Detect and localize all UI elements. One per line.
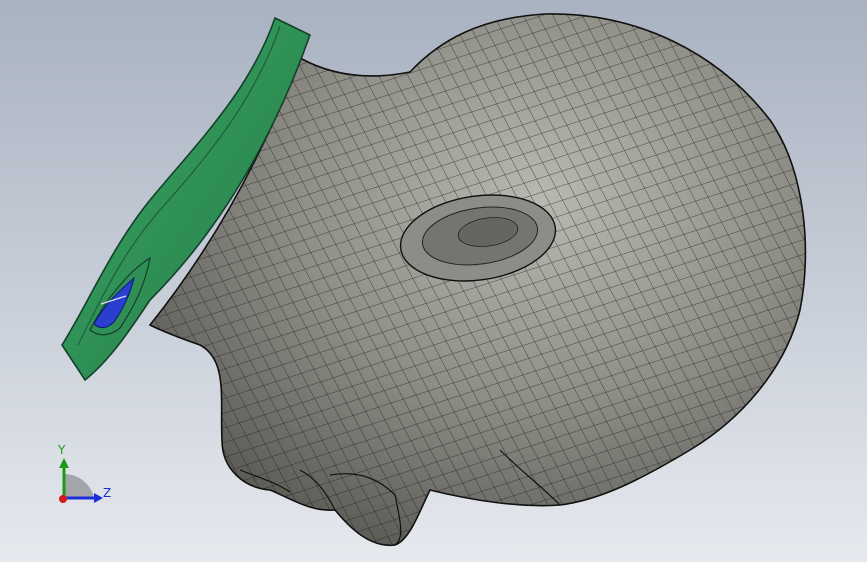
triad-y-arrow xyxy=(59,458,69,468)
model-view[interactable] xyxy=(0,0,867,562)
triad-x-axis-dot xyxy=(59,495,67,503)
triad-plane xyxy=(64,474,94,498)
triad-y-label: Y xyxy=(58,443,66,457)
triad-z-arrow xyxy=(94,493,103,503)
triad-z-label: Z xyxy=(103,486,112,500)
orientation-triad xyxy=(59,458,103,503)
graphics-viewport[interactable]: Y Z xyxy=(0,0,867,562)
